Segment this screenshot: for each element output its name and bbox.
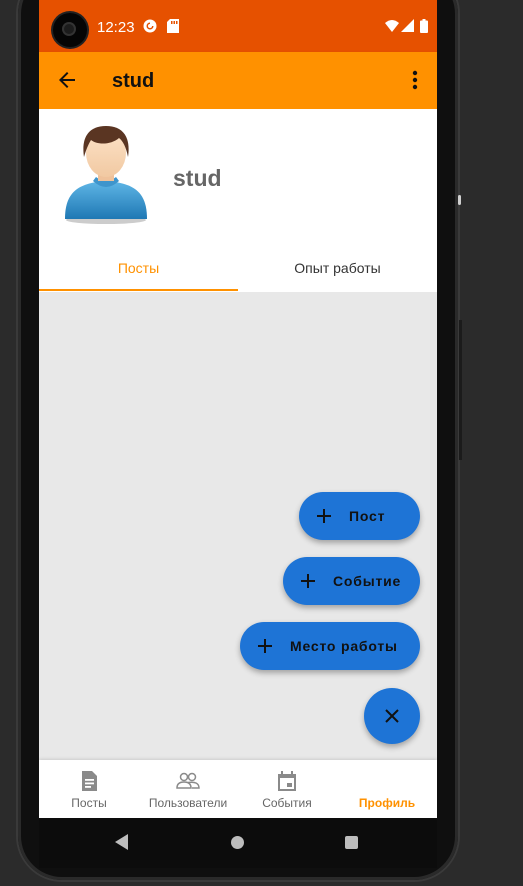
plus-icon <box>301 574 315 588</box>
more-vert-icon <box>412 70 418 90</box>
add-event-button[interactable]: Событие <box>283 557 420 605</box>
add-post-label: Пост <box>349 508 386 524</box>
sd-card-icon <box>167 19 179 36</box>
nav-item-profile[interactable]: Профиль <box>337 760 437 818</box>
profile-name: stud <box>173 165 222 191</box>
user-avatar-icon <box>63 123 149 225</box>
nav-label-events: События <box>262 796 312 810</box>
add-post-button[interactable]: Пост <box>299 492 420 540</box>
phone-volume-button <box>459 320 462 460</box>
front-camera <box>53 13 87 47</box>
status-time: 12:23 <box>97 19 135 36</box>
page-title: stud <box>112 70 155 92</box>
document-icon <box>82 771 97 791</box>
add-workplace-label: Место работы <box>290 638 398 654</box>
profile-tabs: Посты Опыт работы <box>39 244 437 292</box>
pocket-casts-icon <box>143 19 157 36</box>
arrow-left-icon <box>59 72 75 88</box>
system-back-icon[interactable] <box>115 834 129 850</box>
plus-icon <box>258 639 272 653</box>
app-bar: stud <box>39 52 437 109</box>
tab-indicator <box>39 289 238 291</box>
add-event-label: Событие <box>333 573 402 589</box>
tab-work-experience[interactable]: Опыт работы <box>238 244 437 292</box>
close-fab-button[interactable] <box>364 688 420 744</box>
wifi-icon <box>385 19 399 35</box>
nav-label-users: Пользователи <box>148 796 228 810</box>
status-bar: 12:23 <box>39 0 437 52</box>
tab-posts[interactable]: Посты <box>39 244 238 292</box>
nav-label-posts: Посты <box>71 796 107 810</box>
system-recents-icon[interactable] <box>345 836 358 849</box>
add-workplace-button[interactable]: Место работы <box>240 622 420 670</box>
plus-icon <box>317 509 331 523</box>
nav-item-events[interactable]: События <box>237 760 337 818</box>
system-home-icon[interactable] <box>231 836 244 849</box>
battery-icon <box>420 19 428 36</box>
system-navigation-bar <box>39 818 437 868</box>
people-icon <box>176 772 200 789</box>
more-options-button[interactable] <box>405 68 425 92</box>
phone-screen: 12:23 stud stud Посты Опыт работы Пост С… <box>39 0 437 818</box>
close-icon <box>385 709 399 723</box>
nav-item-posts[interactable]: Посты <box>39 760 139 818</box>
back-button[interactable] <box>55 68 79 92</box>
bottom-navigation: Посты Пользователи События Профиль <box>39 760 437 818</box>
profile-header: stud <box>39 109 437 244</box>
calendar-icon <box>278 771 296 791</box>
signal-icon <box>401 19 414 35</box>
phone-side-button <box>458 195 461 205</box>
nav-label-profile: Профиль <box>358 796 416 810</box>
nav-item-users[interactable]: Пользователи <box>138 760 238 818</box>
